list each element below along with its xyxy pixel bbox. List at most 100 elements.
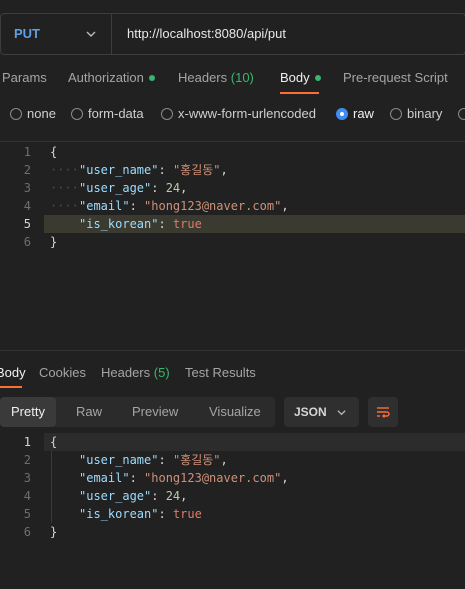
status-dot-icon <box>314 74 321 81</box>
indent-marker: ···· <box>50 181 79 195</box>
code-text: "email": "hong123@naver.com", <box>79 469 289 487</box>
url-input[interactable]: http://localhost:8080/api/put <box>127 26 286 41</box>
tab-test-results[interactable]: Test Results <box>185 365 256 380</box>
json-value: "hong123@naver.com" <box>144 199 282 213</box>
url-bar: PUT http://localhost:8080/api/put <box>0 13 465 55</box>
code-line: 5 "is_korean": true <box>0 505 465 523</box>
raw-button[interactable]: Raw <box>76 397 102 427</box>
json-separator: : <box>158 453 173 467</box>
chevron-down-icon <box>337 410 346 416</box>
radio-form-data[interactable] <box>71 108 83 120</box>
tab-cookies[interactable]: Cookies <box>39 365 86 380</box>
code-text: "user_name": "홍길동", <box>79 451 228 469</box>
tab-authorization[interactable]: Authorization <box>68 70 155 85</box>
active-tab-indicator <box>0 386 22 388</box>
indent-marker: ···· <box>50 199 79 213</box>
line-number: 3 <box>23 471 31 485</box>
code-line: 4 "user_age": 24, <box>0 487 465 505</box>
divider <box>111 14 112 54</box>
radio-binary[interactable] <box>390 108 402 120</box>
json-value: 24 <box>165 489 181 503</box>
json-comma: , <box>281 471 289 485</box>
code-text: "user_name": "홍길동", <box>79 161 228 179</box>
radio-graphql[interactable] <box>458 108 465 120</box>
format-label: JSON <box>294 405 327 419</box>
json-separator: : <box>129 471 145 485</box>
indent-marker: ···· <box>50 163 79 177</box>
active-tab-indicator <box>280 92 319 94</box>
line-number: 1 <box>23 145 31 159</box>
radio-label: none <box>27 106 56 121</box>
body-type-selector: none form-data x-www-form-urlencoded raw… <box>0 106 465 124</box>
json-key: "is_korean" <box>79 217 159 231</box>
tab-label: Authorization <box>68 70 144 85</box>
tab-label: Headers <box>101 365 151 380</box>
code-line: 1 { <box>0 143 465 161</box>
preview-button[interactable]: Preview <box>132 397 178 427</box>
radio-label: binary <box>407 106 443 121</box>
line-number: 4 <box>23 489 31 503</box>
code-line: 2 "user_name": "홍길동", <box>0 451 465 469</box>
code-line: 3 ···· "user_age": 24, <box>0 179 465 197</box>
code-line: 6 } <box>0 233 465 251</box>
tab-pre-request-script[interactable]: Pre-request Script <box>343 70 448 85</box>
json-separator: : <box>151 489 166 503</box>
line-number: 5 <box>23 217 31 231</box>
json-separator: : <box>158 507 173 521</box>
tab-label: Pre-request Script <box>343 70 448 85</box>
json-comma: , <box>180 181 188 195</box>
code-text: { <box>50 435 58 449</box>
tab-response-body[interactable]: Body <box>0 365 26 380</box>
line-number: 1 <box>23 435 31 449</box>
code-line: 4 ···· "email": "hong123@naver.com", <box>0 197 465 215</box>
pretty-button[interactable]: Pretty <box>0 397 56 427</box>
json-separator: : <box>158 163 173 177</box>
code-line: 2 ···· "user_name": "홍길동", <box>0 161 465 179</box>
tab-label: Body <box>280 70 310 85</box>
line-number: 2 <box>23 453 31 467</box>
visualize-button[interactable]: Visualize <box>209 397 261 427</box>
json-comma: , <box>281 199 289 213</box>
tab-response-headers[interactable]: Headers (5) <box>101 365 170 380</box>
tab-body[interactable]: Body <box>280 70 321 85</box>
tab-headers[interactable]: Headers (10) <box>178 70 254 85</box>
code-line: 3 "email": "hong123@naver.com", <box>0 469 465 487</box>
json-comma: , <box>220 163 228 177</box>
format-dropdown[interactable]: JSON <box>284 397 359 427</box>
line-number: 6 <box>23 525 31 539</box>
json-value: "홍길동" <box>172 453 221 467</box>
radio-raw[interactable] <box>336 108 348 120</box>
chevron-down-icon[interactable] <box>85 28 97 40</box>
code-text: } <box>50 525 58 539</box>
status-dot-icon <box>148 74 155 81</box>
tab-count: (5) <box>153 365 170 380</box>
json-value: true <box>172 507 202 521</box>
line-number: 2 <box>23 163 31 177</box>
tab-label: Headers <box>178 70 228 85</box>
json-value: 24 <box>165 181 181 195</box>
wrap-lines-button[interactable] <box>368 397 398 427</box>
radio-label: raw <box>353 106 374 121</box>
radio-x-www-form-urlencoded[interactable] <box>161 108 173 120</box>
code-line: 6 } <box>0 523 465 541</box>
radio-label: x-www-form-urlencoded <box>178 106 316 121</box>
json-value: "홍길동" <box>172 163 221 177</box>
tab-params[interactable]: Params <box>2 70 47 85</box>
pane-divider[interactable] <box>0 350 465 351</box>
code-text: "email": "hong123@naver.com", <box>79 197 289 215</box>
json-key: "email" <box>79 471 130 485</box>
json-key: "user_age" <box>79 489 152 503</box>
radio-none[interactable] <box>10 108 22 120</box>
json-value: "hong123@naver.com" <box>144 471 282 485</box>
line-number: 4 <box>23 199 31 213</box>
code-text: "user_age": 24, <box>79 487 187 505</box>
line-number: 5 <box>23 507 31 521</box>
code-text: "is_korean": true <box>79 505 202 523</box>
code-line: 1 { <box>0 433 465 451</box>
code-text: "is_korean": true <box>79 215 202 233</box>
method-select[interactable]: PUT <box>14 26 40 41</box>
json-value: true <box>172 217 202 231</box>
divider <box>0 141 465 142</box>
code-line: 5 "is_korean": true <box>0 215 465 233</box>
json-separator: : <box>158 217 173 231</box>
